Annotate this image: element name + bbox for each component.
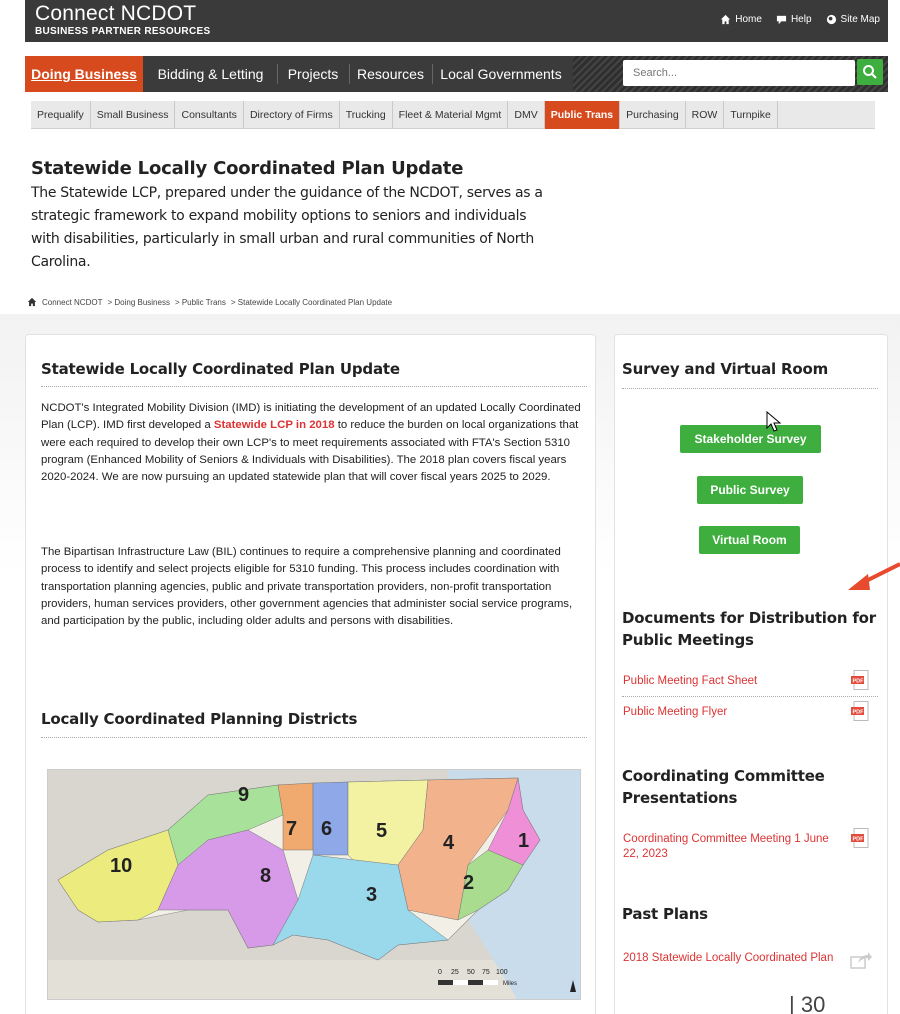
scale-tick: 25 <box>451 969 459 976</box>
search-box <box>623 60 855 86</box>
breadcrumb: Connect NCDOT > Doing Business > Public … <box>27 297 392 307</box>
chat-icon <box>776 15 787 25</box>
district-10-label: 10 <box>110 855 133 877</box>
district-8-label: 8 <box>260 865 272 887</box>
district-6-label: 6 <box>321 818 333 840</box>
site-subtitle: BUSINESS PARTNER RESOURCES <box>35 26 211 37</box>
site-header: Connect NCDOT BUSINESS PARTNER RESOURCES… <box>25 0 888 42</box>
scale-tick: 50 <box>467 969 475 976</box>
scale-unit: Miles <box>503 981 518 987</box>
help-link-label: Help <box>790 14 812 25</box>
subnav-purchasing[interactable]: Purchasing <box>620 101 686 129</box>
search-input[interactable] <box>623 60 855 86</box>
external-link-icon[interactable] <box>850 951 872 969</box>
help-link[interactable]: Help <box>776 14 812 25</box>
divider <box>41 386 587 387</box>
district-2-label: 2 <box>463 872 475 894</box>
globe-icon <box>826 14 836 25</box>
sub-nav: Prequalify Small Business Consultants Di… <box>31 101 875 129</box>
mouse-cursor-icon <box>766 411 782 432</box>
district-3-label: 3 <box>366 884 378 906</box>
survey-heading: Survey and Virtual Room <box>622 360 829 378</box>
fact-sheet-link[interactable]: Public Meeting Fact Sheet <box>623 674 757 689</box>
subnav-fleet-material-mgmt[interactable]: Fleet & Material Mgmt <box>393 101 509 129</box>
pdf-icon[interactable]: PDF <box>851 670 869 690</box>
pdf-icon[interactable]: PDF <box>851 828 869 848</box>
home-link-label: Home <box>735 14 762 25</box>
search-button[interactable] <box>857 59 883 85</box>
subnav-dmv[interactable]: DMV <box>508 101 545 129</box>
committee-heading: Coordinating Committee Presentations <box>622 767 825 807</box>
subnav-public-trans[interactable]: Public Trans <box>544 101 621 129</box>
district-5-label: 5 <box>376 820 388 842</box>
docs-heading: Documents for Distribution for Public Me… <box>622 609 876 649</box>
nc-map-graphic <box>48 770 580 999</box>
home-icon[interactable] <box>27 297 37 307</box>
subnav-turnpike[interactable]: Turnpike <box>724 101 778 129</box>
flyer-link[interactable]: Public Meeting Flyer <box>623 705 727 720</box>
section-heading: Statewide Locally Coordinated Plan Updat… <box>41 360 400 378</box>
scale-tick: 0 <box>438 969 442 976</box>
site-map-link-label: Site Map <box>840 14 880 25</box>
divider <box>622 696 878 697</box>
subnav-small-business[interactable]: Small Business <box>91 101 176 129</box>
subnav-consultants[interactable]: Consultants <box>175 101 244 129</box>
site-logo[interactable]: Connect NCDOT <box>35 2 196 26</box>
tab-resources[interactable]: Resources <box>350 56 431 92</box>
virtual-room-button[interactable]: Virtual Room <box>699 526 800 554</box>
district-7-label: 7 <box>286 818 298 840</box>
district-map: 1 2 3 4 5 6 7 8 9 10 0 25 50 75 100 Mile… <box>47 769 581 1000</box>
annotation-arrow-icon <box>848 562 900 590</box>
subnav-directory-of-firms[interactable]: Directory of Firms <box>244 101 340 129</box>
breadcrumb-current: > Statewide Locally Coordinated Plan Upd… <box>230 297 393 307</box>
subnav-row[interactable]: ROW <box>686 101 725 129</box>
breadcrumb-item[interactable]: Connect NCDOT <box>42 298 102 307</box>
statewide-lcp-2018-link[interactable]: Statewide LCP in 2018 <box>214 419 335 431</box>
tab-bidding-letting[interactable]: Bidding & Letting <box>145 56 276 92</box>
district-4-label: 4 <box>443 832 455 854</box>
site-map-link[interactable]: Site Map <box>826 14 880 25</box>
tab-local-governments[interactable]: Local Governments <box>433 56 569 92</box>
breadcrumb-item[interactable]: > Doing Business <box>107 298 169 307</box>
scale-tick: 75 <box>482 969 490 976</box>
stakeholder-survey-button[interactable]: Stakeholder Survey <box>680 425 821 453</box>
committee-meeting-link[interactable]: Coordinating Committee Meeting 1 June 22… <box>623 832 833 862</box>
divider <box>41 737 587 738</box>
tab-doing-business[interactable]: Doing Business <box>25 56 143 92</box>
utility-links: Home Help Site Map <box>720 14 880 25</box>
pdf-icon-label: PDF <box>853 837 865 843</box>
tab-projects[interactable]: Projects <box>278 56 348 92</box>
bil-paragraph: The Bipartisan Infrastructure Law (BIL) … <box>41 546 573 628</box>
past-plan-link[interactable]: 2018 Statewide Locally Coordinated Plan <box>623 951 838 966</box>
intro-paragraph: NCDOT's Integrated Mobility Division (IM… <box>41 400 587 486</box>
page-intro: The Statewide LCP, prepared under the gu… <box>31 185 543 270</box>
pdf-icon-label: PDF <box>853 679 865 685</box>
page-title: Statewide Locally Coordinated Plan Updat… <box>31 158 464 179</box>
district-9-label: 9 <box>238 784 250 806</box>
home-icon <box>721 14 731 25</box>
public-survey-button[interactable]: Public Survey <box>697 476 803 504</box>
page-number: | 30 <box>789 992 826 1014</box>
divider <box>622 388 878 389</box>
search-icon <box>863 65 877 79</box>
pdf-icon-label: PDF <box>853 710 865 716</box>
subnav-trucking[interactable]: Trucking <box>340 101 393 129</box>
breadcrumb-item[interactable]: > Public Trans <box>175 298 226 307</box>
home-link[interactable]: Home <box>720 14 762 25</box>
district-1-label: 1 <box>518 830 530 852</box>
pdf-icon[interactable]: PDF <box>851 701 869 721</box>
subnav-prequalify[interactable]: Prequalify <box>31 101 91 129</box>
districts-heading: Locally Coordinated Planning Districts <box>41 710 358 728</box>
past-plans-heading: Past Plans <box>622 905 708 923</box>
scale-tick: 100 <box>496 969 508 976</box>
